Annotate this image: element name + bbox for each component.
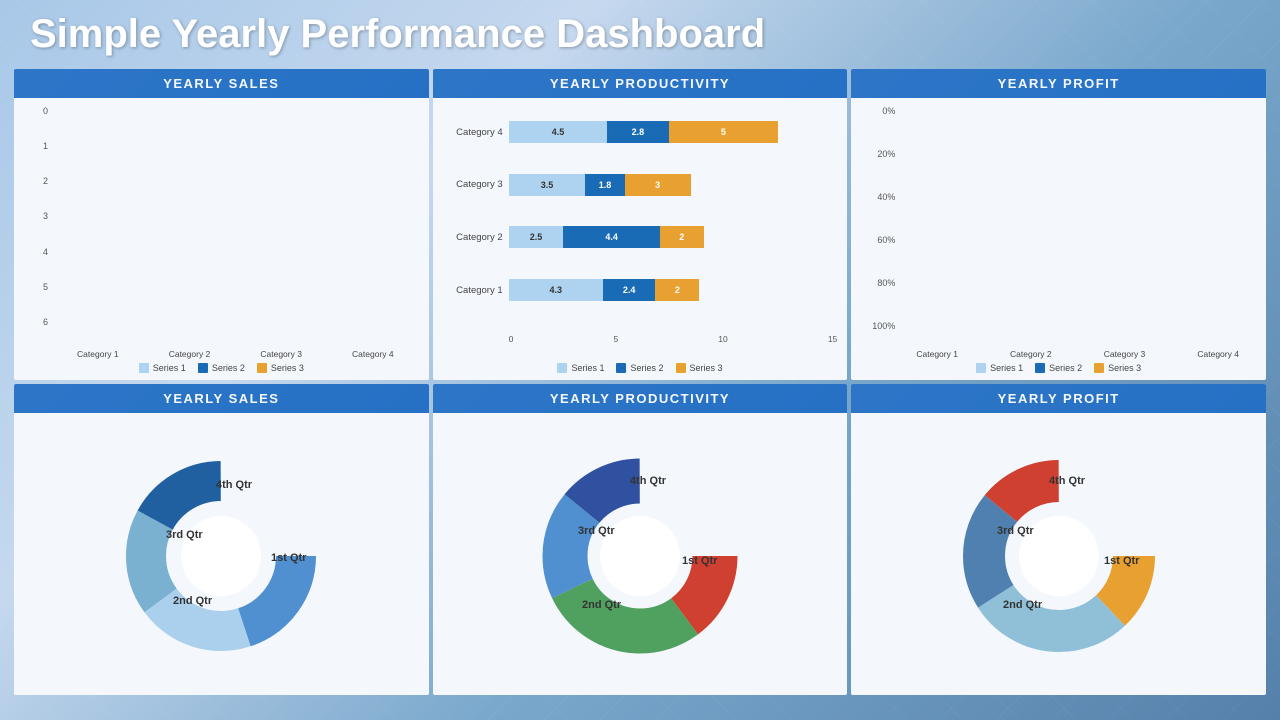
panel-top-right: YEARLY PROFIT 100%80%60%40%20%0% [851, 69, 1266, 380]
dashboard-grid: YEARLY SALES 6543210 [0, 65, 1280, 705]
panel-header-top-mid: YEARLY PRODUCTIVITY [433, 69, 848, 98]
svg-text:4th Qtr: 4th Qtr [630, 475, 667, 487]
panel-header-top-right: YEARLY PROFIT [851, 69, 1266, 98]
svg-text:3rd Qtr: 3rd Qtr [997, 525, 1034, 537]
donut-chart-right: 1st Qtr 2nd Qtr 3rd Qtr 4th Qtr [949, 446, 1169, 666]
legend-hbar: Series 1 Series 2 Series 3 [443, 359, 838, 375]
svg-text:2nd Qtr: 2nd Qtr [582, 599, 622, 611]
hbar-row-cat4: Category 4 4.5 2.8 5 [443, 121, 838, 143]
stacked-x-labels: Category 1 Category 2 Category 3 Categor… [861, 349, 1256, 359]
svg-text:4th Qtr: 4th Qtr [216, 479, 253, 491]
hbar-row-cat3: Category 3 3.5 1.8 3 [443, 174, 838, 196]
panel-header-bot-left: YEARLY SALES [14, 384, 429, 413]
x-labels-bar: Category 1 Category 2 Category 3 Categor… [24, 349, 419, 359]
svg-text:2nd Qtr: 2nd Qtr [173, 595, 213, 607]
donut-chart-left: 1st Qtr 2nd Qtr 3rd Qtr 4th Qtr [111, 446, 331, 666]
svg-text:1st Qtr: 1st Qtr [682, 555, 718, 567]
svg-text:1st Qtr: 1st Qtr [271, 552, 307, 564]
stacked-inner: 100%80%60%40%20%0% [861, 106, 1256, 349]
panel-top-mid: YEARLY PRODUCTIVITY Category 4 4.5 2.8 5… [433, 69, 848, 380]
svg-text:3rd Qtr: 3rd Qtr [578, 525, 615, 537]
legend-stacked: Series 1 Series 2 Series 3 [861, 359, 1256, 375]
bar-chart-inner: 6543210 [24, 106, 419, 349]
bar-chart-area: 6543210 [14, 98, 429, 380]
stacked-chart-area: 100%80%60%40%20%0% [851, 98, 1266, 380]
main-title: Simple Yearly Performance Dashboard [0, 0, 1280, 65]
svg-text:3rd Qtr: 3rd Qtr [166, 529, 203, 541]
hbar-row-cat2: Category 2 2.5 4.4 2 [443, 226, 838, 248]
panel-bot-mid: YEARLY PRODUCTIVITY 1st Qtr 2nd Qtr 3rd … [433, 384, 848, 695]
stacked-y-axis: 100%80%60%40%20%0% [861, 106, 899, 331]
svg-text:2nd Qtr: 2nd Qtr [1003, 599, 1043, 611]
panel-bot-right: YEARLY PROFIT 1st Qtr 2nd Qtr 3rd Qtr 4t… [851, 384, 1266, 695]
panel-header-top-left: YEARLY SALES [14, 69, 429, 98]
panel-header-bot-right: YEARLY PROFIT [851, 384, 1266, 413]
y-axis-bar: 6543210 [24, 106, 52, 329]
panel-bot-left: YEARLY SALES 1st Qtr 2nd Qtr 3rd Qtr [14, 384, 429, 695]
hbar-chart-area: Category 4 4.5 2.8 5 Category 3 3.5 1.8 … [433, 98, 848, 380]
panel-header-bot-mid: YEARLY PRODUCTIVITY [433, 384, 848, 413]
donut-area-mid: 1st Qtr 2nd Qtr 3rd Qtr 4th Qtr [433, 413, 848, 695]
donut-chart-mid: 1st Qtr 2nd Qtr 3rd Qtr 4th Qtr [530, 446, 750, 666]
svg-text:4th Qtr: 4th Qtr [1049, 475, 1086, 487]
svg-text:1st Qtr: 1st Qtr [1104, 555, 1140, 567]
donut-area-left: 1st Qtr 2nd Qtr 3rd Qtr 4th Qtr [14, 413, 429, 695]
hbar-container: Category 4 4.5 2.8 5 Category 3 3.5 1.8 … [443, 106, 838, 359]
hbar-x-axis: 051015 [509, 334, 838, 344]
donut-area-right: 1st Qtr 2nd Qtr 3rd Qtr 4th Qtr [851, 413, 1266, 695]
legend-bar: Series 1 Series 2 Series 3 [24, 359, 419, 375]
panel-top-left: YEARLY SALES 6543210 [14, 69, 429, 380]
hbar-row-cat1: Category 1 4.3 2.4 2 [443, 279, 838, 301]
